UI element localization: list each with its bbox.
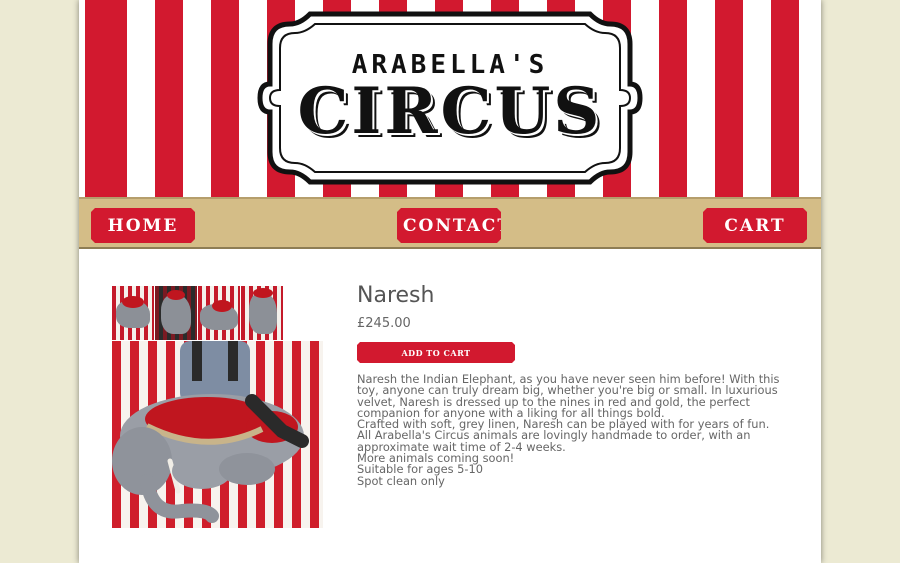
product-thumbnail[interactable] <box>112 286 154 340</box>
nav-contact-button[interactable]: CONTACT <box>397 208 501 243</box>
logo-title: CIRCUS <box>297 74 603 149</box>
product-main-image[interactable] <box>112 341 323 528</box>
header-banner: ARABELLA'S CIRCUS <box>79 0 821 197</box>
nav-home-button[interactable]: HOME <box>91 208 195 243</box>
page: ARABELLA'S CIRCUS HOME CONTACT CART Nare… <box>79 0 821 563</box>
product-description: Naresh the Indian Elephant, as you have … <box>357 372 787 488</box>
nav-cart-button[interactable]: CART <box>703 208 807 243</box>
product-price: £245.00 <box>357 316 411 331</box>
product-thumbnail[interactable] <box>155 286 197 340</box>
description-line: Spot clean only <box>357 473 445 488</box>
product-title: Naresh <box>357 283 435 308</box>
product-thumbnail[interactable] <box>198 286 240 340</box>
description-paragraph: Naresh the Indian Elephant, as you have … <box>357 372 780 420</box>
product-thumbnail[interactable] <box>241 286 283 340</box>
add-to-cart-button[interactable]: ADD TO CART <box>357 342 515 363</box>
product-thumbnails <box>112 286 283 340</box>
description-paragraph: Crafted with soft, grey linen, Naresh ca… <box>357 417 770 454</box>
main-nav: HOME CONTACT CART <box>79 197 821 249</box>
